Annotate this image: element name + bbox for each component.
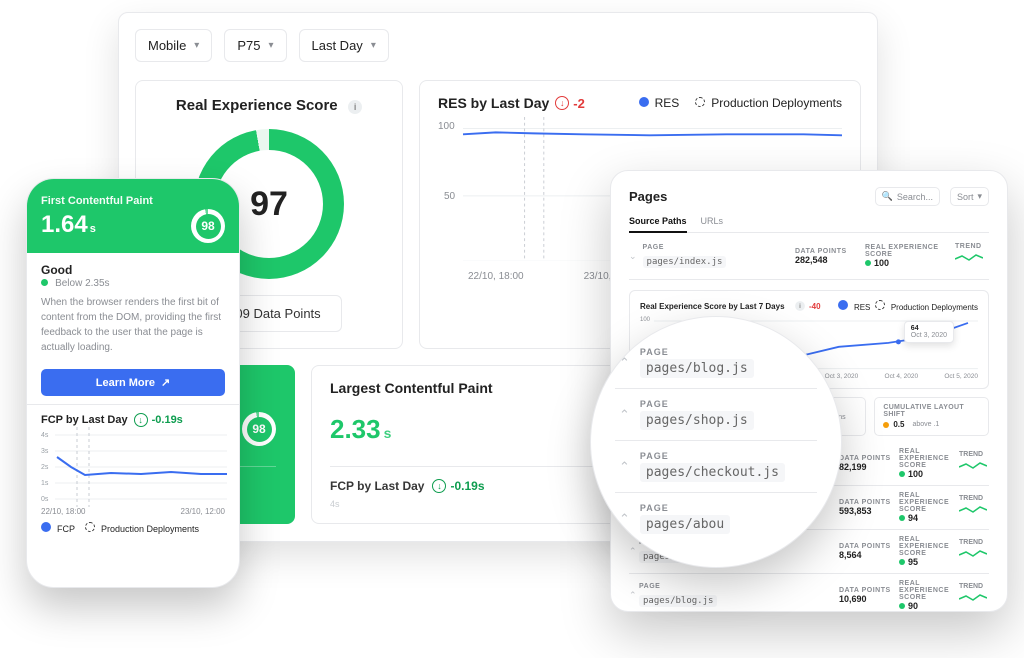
sparkline-icon [955,250,983,264]
chevron-down-icon: ⌄ [629,251,637,262]
external-link-icon: ↗ [161,376,170,389]
phone-mini-gauge: 98 [191,209,225,243]
filter-range-label: Last Day [312,38,363,53]
filter-percentile-label: P75 [237,38,260,53]
svg-text:2s: 2s [41,464,49,471]
dot-icon [639,97,649,107]
status-dot-icon [865,260,871,266]
svg-text:3s: 3s [41,448,49,455]
mini-cls[interactable]: CUMULATIVE LAYOUT SHIFT 0.5above .1 [874,397,989,436]
status-dot-icon [41,279,48,286]
phone-metric-title: First Contentful Paint [41,195,225,207]
arrow-down-icon: ↓ [134,413,148,427]
filter-device[interactable]: Mobile ▾ [135,29,212,62]
learn-more-button[interactable]: Learn More ↗ [41,369,225,396]
sparkline-icon [959,502,987,516]
tab-urls[interactable]: URLs [701,216,724,233]
res-chart-legend: RES Production Deployments [639,96,842,110]
filter-range[interactable]: Last Day ▾ [299,29,389,62]
page-row-expanded[interactable]: ⌄ PAGE pages/index.js DATA POINTS 282,54… [629,233,989,280]
phone-chart: 4s 3s 2s 1s 0s [27,427,239,507]
lcp-sub-title: FCP by Last Day [330,479,424,493]
chevron-right-icon: ⌃ [629,546,639,557]
svg-text:4s: 4s [41,432,49,439]
sort-dropdown[interactable]: Sort ▾ [950,187,989,206]
arrow-down-icon: ↓ [555,96,569,110]
sparkline-icon [959,590,987,604]
sparkline-icon [959,458,987,472]
chevron-down-icon: ▾ [268,40,273,51]
lens-page-row[interactable]: ⌃PAGEpages/abou [615,493,817,544]
chevron-up-icon: ⌃ [619,511,630,527]
chevron-up-icon: ⌃ [619,407,630,423]
dot-icon [838,300,848,310]
search-icon: 🔍 [882,191,893,202]
fcp-mini-gauge: 98 [242,412,276,446]
status-dot-icon [883,422,889,428]
info-icon[interactable]: i [795,301,805,311]
chevron-right-icon: ⌃ [629,590,639,601]
chart-tooltip: 64 Oct 3, 2020 [904,321,954,343]
tab-source-paths[interactable]: Source Paths [629,216,687,233]
search-input[interactable]: 🔍 Search... [875,187,940,206]
phone-header: First Contentful Paint 1.64s 98 [27,179,239,253]
res-chart-delta: ↓ -2 [555,96,585,111]
dashed-circle-icon [695,97,705,107]
lens-page-row[interactable]: ⌃PAGEpages/checkout.js [615,441,817,493]
chevron-down-icon: ▾ [194,40,199,51]
phone-mock: First Contentful Paint 1.64s 98 Good Bel… [26,178,240,588]
res-score-title: Real Experience Score [176,97,338,114]
chevron-down-icon: ▾ [977,191,982,202]
sparkline-icon [959,546,987,560]
pages-title: Pages [629,189,667,204]
filter-device-label: Mobile [148,38,186,53]
lcp-value: 2.33 [330,414,381,444]
phone-good-block: Good Below 2.35s [27,253,239,289]
magnifier-lens: ⌃PAGEpages/blog.js⌃PAGEpages/shop.js⌃PAG… [590,316,842,568]
phone-metric-value: 1.64 [41,211,88,238]
lens-page-row[interactable]: ⌃PAGEpages/blog.js [615,337,817,389]
phone-legend: FCP Production Deployments [27,516,239,540]
table-row[interactable]: ⌃PAGEpages/blog.jsDATA POINTS10,690REAL … [629,574,989,612]
res-chart-title: RES by Last Day [438,95,549,111]
filter-percentile[interactable]: P75 ▾ [224,29,286,62]
svg-text:1s: 1s [41,480,49,487]
phone-sub-title: FCP by Last Day [41,414,128,426]
tabs: Source Paths URLs [629,216,989,233]
dashed-circle-icon [85,522,95,532]
phone-description: When the browser renders the first bit o… [27,289,239,361]
info-icon[interactable]: i [348,100,362,114]
arrow-down-icon: ↓ [432,479,446,493]
dot-icon [41,522,51,532]
lens-page-row[interactable]: ⌃PAGEpages/shop.js [615,389,817,441]
chevron-down-icon: ▾ [371,40,376,51]
lcp-sub-delta: ↓ -0.19s [432,479,484,493]
filter-bar: Mobile ▾ P75 ▾ Last Day ▾ [135,29,861,62]
dashed-circle-icon [875,300,885,310]
svg-text:0s: 0s [41,496,49,503]
chevron-up-icon: ⌃ [619,459,630,475]
